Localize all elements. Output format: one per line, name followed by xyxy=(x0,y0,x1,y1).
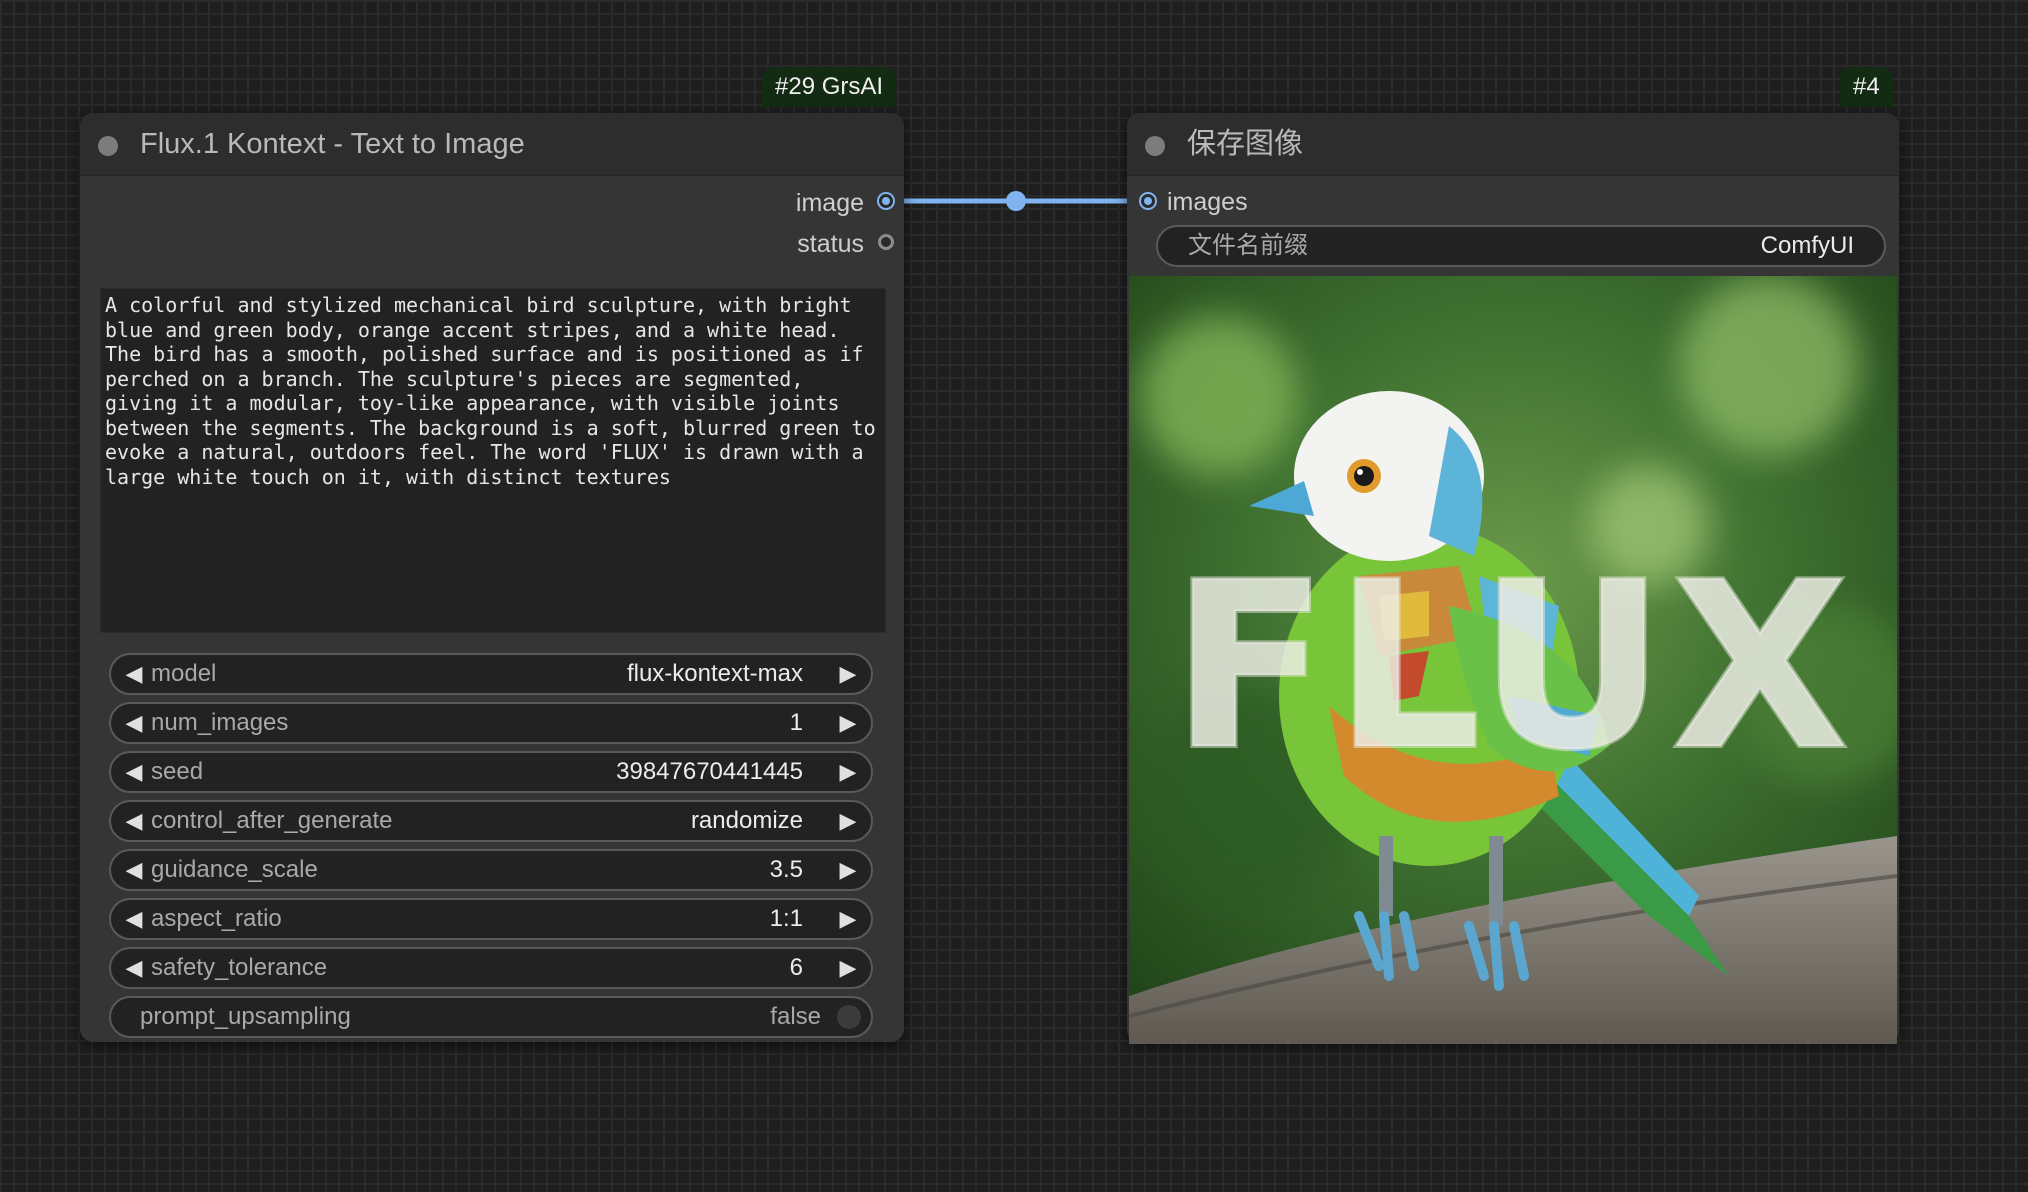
input-slot-images[interactable] xyxy=(1141,194,1155,208)
input-label-images: images xyxy=(1167,188,1248,216)
increment-arrow-icon[interactable]: ▶ xyxy=(833,900,863,938)
widget-value: 3.5 xyxy=(769,856,803,883)
toggle-knob-icon[interactable] xyxy=(837,1005,861,1029)
collapse-dot-icon[interactable] xyxy=(1145,136,1165,156)
decrement-arrow-icon[interactable]: ◀ xyxy=(119,655,149,693)
prompt-upsampling-toggle[interactable]: prompt_upsampling false xyxy=(109,996,873,1038)
toggle-label: prompt_upsampling xyxy=(140,1003,351,1030)
increment-arrow-icon[interactable]: ▶ xyxy=(833,655,863,693)
widget-label: safety_tolerance xyxy=(151,954,328,981)
widget-label: 文件名前缀 xyxy=(1188,232,1308,259)
guidance-scale-widget[interactable]: ◀ guidance_scale 3.5 ▶ xyxy=(109,849,873,891)
output-slot-image[interactable] xyxy=(879,194,893,208)
image-preview[interactable]: FLUX xyxy=(1129,276,1897,1044)
save-image-node[interactable]: 保存图像 images 文件名前缀 ComfyUI FLUX xyxy=(1127,113,1899,1044)
node-canvas[interactable]: #29 GrsAI Flux.1 Kontext - Text to Image… xyxy=(0,0,2028,1192)
node-title: Flux.1 Kontext - Text to Image xyxy=(140,128,525,160)
collapse-dot-icon[interactable] xyxy=(98,136,118,156)
model-widget[interactable]: ◀ model flux-kontext-max ▶ xyxy=(109,653,873,695)
increment-arrow-icon[interactable]: ▶ xyxy=(833,949,863,987)
decrement-arrow-icon[interactable]: ◀ xyxy=(119,753,149,791)
widget-label: seed xyxy=(151,758,204,785)
widget-label: model xyxy=(151,660,217,687)
aspect-ratio-widget[interactable]: ◀ aspect_ratio 1:1 ▶ xyxy=(109,898,873,940)
widget-value: 1 xyxy=(789,709,803,736)
decrement-arrow-icon[interactable]: ◀ xyxy=(119,949,149,987)
text-to-image-node[interactable]: Flux.1 Kontext - Text to Image image sta… xyxy=(80,113,904,1042)
flux-overlay-text: FLUX xyxy=(1171,534,1855,801)
widget-value: flux-kontext-max xyxy=(626,660,803,687)
widget-value: 39847670441445 xyxy=(616,758,803,785)
toggle-value: false xyxy=(770,1003,821,1030)
widget-value: 1:1 xyxy=(769,905,803,932)
link-midpoint[interactable] xyxy=(1006,191,1026,211)
decrement-arrow-icon[interactable]: ◀ xyxy=(119,802,149,840)
seed-widget[interactable]: ◀ seed 39847670441445 ▶ xyxy=(109,751,873,793)
widget-label: control_after_generate xyxy=(151,807,393,834)
node-badge: #29 GrsAI xyxy=(762,67,897,107)
increment-arrow-icon[interactable]: ▶ xyxy=(833,753,863,791)
mechanical-bird-image: FLUX xyxy=(1129,276,1897,1044)
decrement-arrow-icon[interactable]: ◀ xyxy=(119,851,149,889)
increment-arrow-icon[interactable]: ▶ xyxy=(833,851,863,889)
node-header[interactable]: 保存图像 xyxy=(1127,113,1899,176)
decrement-arrow-icon[interactable]: ◀ xyxy=(119,900,149,938)
output-slot-status[interactable] xyxy=(878,234,894,250)
widget-value: ComfyUI xyxy=(1760,232,1854,259)
safety-tolerance-widget[interactable]: ◀ safety_tolerance 6 ▶ xyxy=(109,947,873,989)
node-header[interactable]: Flux.1 Kontext - Text to Image xyxy=(80,113,904,176)
decrement-arrow-icon[interactable]: ◀ xyxy=(119,704,149,742)
node-title: 保存图像 xyxy=(1187,128,1304,160)
filename-prefix-widget[interactable]: 文件名前缀 ComfyUI xyxy=(1156,225,1886,267)
prompt-textarea[interactable]: A colorful and stylized mechanical bird … xyxy=(100,288,886,633)
widget-label: guidance_scale xyxy=(151,856,318,883)
control-after-generate-widget[interactable]: ◀ control_after_generate randomize ▶ xyxy=(109,800,873,842)
increment-arrow-icon[interactable]: ▶ xyxy=(833,704,863,742)
increment-arrow-icon[interactable]: ▶ xyxy=(833,802,863,840)
widget-label: aspect_ratio xyxy=(151,905,282,932)
output-label-image: image xyxy=(795,189,864,217)
widget-value: randomize xyxy=(690,807,803,834)
num-images-widget[interactable]: ◀ num_images 1 ▶ xyxy=(109,702,873,744)
output-label-status: status xyxy=(797,230,864,258)
node-badge: #4 xyxy=(1840,67,1893,107)
widget-value: 6 xyxy=(789,954,803,981)
widget-label: num_images xyxy=(151,709,289,736)
